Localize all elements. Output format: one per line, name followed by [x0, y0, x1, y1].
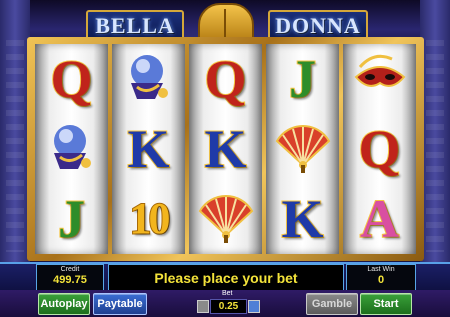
gamble-button[interactable]: Gamble	[306, 293, 358, 315]
reel-1-row-2	[39, 116, 105, 182]
letter-q-symbol: Q	[357, 119, 401, 179]
start-button[interactable]: Start	[360, 293, 412, 315]
reel-3-row-2: K	[193, 116, 259, 182]
last-win-label: Last Win	[367, 266, 395, 273]
reel-2-row-3: 10	[116, 186, 182, 252]
reel-2-row-2: K	[116, 116, 182, 182]
reel-1-row-3: J	[39, 186, 105, 252]
reel-4-row-3: K	[270, 186, 336, 252]
bet-increase-button[interactable]	[248, 300, 260, 313]
reel-3-row-3	[193, 186, 259, 252]
letter-k-symbol: K	[280, 189, 324, 249]
reels: Q J K 10 Q K J K Q A	[35, 44, 416, 254]
bet-decrease-button[interactable]	[197, 300, 209, 313]
crystal-ball-icon	[119, 47, 179, 112]
reel-2-row-1	[116, 46, 182, 112]
letter-k-symbol: K	[126, 119, 170, 179]
reel-2: K 10	[112, 44, 185, 254]
reel-frame: Q J K 10 Q K J K Q A	[27, 37, 424, 261]
last-win-display: Last Win 0	[346, 264, 416, 292]
credit-value: 499.75	[53, 274, 87, 286]
reel-5-row-2: Q	[347, 116, 413, 182]
reel-4-row-2	[270, 116, 336, 182]
bet-label: Bet	[222, 290, 233, 297]
credit-display: Credit 499.75	[36, 264, 104, 292]
bet-value: 0.25	[210, 299, 247, 314]
reel-4-row-1: J	[270, 46, 336, 112]
slot-machine: BELLA DONNA Q J K 10 Q K J K Q A Credit 499.75 Pl…	[0, 0, 450, 317]
number-10-symbol: 10	[129, 194, 172, 243]
reel-3-row-1: Q	[193, 46, 259, 112]
letter-q-symbol: Q	[49, 49, 93, 109]
hand-fan-icon	[196, 187, 256, 252]
left-pillar-decoration	[0, 0, 30, 262]
letter-q-symbol: Q	[203, 49, 247, 109]
autoplay-button[interactable]: Autoplay	[38, 293, 90, 315]
paytable-button[interactable]: Paytable	[93, 293, 147, 315]
letter-k-symbol: K	[203, 119, 247, 179]
letter-a-symbol: A	[359, 189, 400, 249]
reel-1: QJ	[35, 44, 108, 254]
last-win-value: 0	[377, 274, 385, 286]
right-pillar-decoration	[420, 0, 450, 262]
crystal-ball-icon	[42, 117, 102, 182]
letter-j-symbol: J	[288, 49, 317, 109]
reel-4: JK	[266, 44, 339, 254]
reel-5: QA	[343, 44, 416, 254]
letter-j-symbol: J	[57, 189, 86, 249]
reel-1-row-1: Q	[39, 46, 105, 112]
status-message: Please place your bet	[108, 264, 344, 292]
hand-fan-icon	[273, 117, 333, 182]
carnival-mask-icon	[350, 47, 410, 112]
reel-5-row-3: A	[347, 186, 413, 252]
reel-5-row-1	[347, 46, 413, 112]
reel-3: QK	[189, 44, 262, 254]
credit-label: Credit	[60, 266, 80, 273]
